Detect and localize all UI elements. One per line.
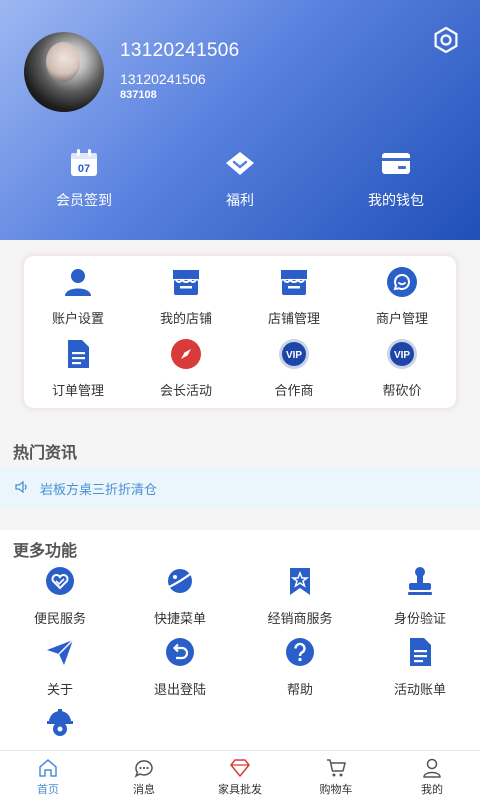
news-item[interactable]: 岩板方桌三折折清仓 (40, 479, 157, 498)
speaker-icon (15, 480, 27, 494)
vip-icon: VIP (387, 339, 417, 369)
store-icon (281, 270, 307, 295)
help-button[interactable]: 帮助 (240, 637, 360, 698)
grid-label: 会长活动 (159, 383, 212, 398)
tab-label: 家具批发 (218, 784, 262, 796)
tab-mine[interactable]: 我的 (384, 751, 480, 800)
grid-label: 帮砍价 (382, 383, 422, 398)
stamp-icon (408, 567, 432, 595)
chat-icon (387, 267, 417, 297)
compass-icon (171, 339, 201, 369)
more-label: 帮助 (286, 682, 313, 697)
welfare-label: 福利 (226, 192, 254, 208)
shortcut-menu-button[interactable]: 快捷菜单 (120, 566, 240, 627)
user-icon (65, 269, 91, 296)
president-activity-button[interactable]: 会长活动 (132, 338, 240, 399)
activity-bill-button[interactable]: 活动账单 (360, 637, 480, 698)
grid-label: 店铺管理 (267, 311, 320, 326)
more-functions: 更多功能 便民服务 快捷菜单 经销商服务 身份验证 关于 退出登陆 帮助 活动账… (0, 530, 480, 750)
message-icon (134, 760, 153, 778)
more-label: 便民服务 (33, 611, 86, 626)
more-label: 身份验证 (393, 611, 446, 626)
store-management-button[interactable]: 店铺管理 (240, 266, 348, 327)
identity-verify-button[interactable]: 身份验证 (360, 566, 480, 627)
profile-header: 13120241506 13120241506 837108 07 会员签到 福… (0, 0, 480, 240)
my-store-button[interactable]: 我的店铺 (132, 266, 240, 327)
dealer-service-button[interactable]: 经销商服务 (240, 566, 360, 627)
grid-label: 合作商 (274, 383, 314, 398)
tab-furniture-wholesale[interactable]: 家具批发 (192, 751, 288, 800)
checkin-button[interactable]: 07 会员签到 (24, 148, 144, 210)
heart-icon (46, 567, 74, 595)
grid-label: 商户管理 (375, 311, 428, 326)
undo-icon (166, 638, 194, 666)
document-icon (68, 340, 89, 368)
wallet-icon (382, 153, 410, 174)
document-icon (410, 638, 431, 666)
grid-label: 订单管理 (51, 383, 104, 398)
user-phone: 13120241506 (120, 71, 206, 87)
user-name: 13120241506 (120, 40, 240, 61)
person-icon (423, 758, 441, 778)
more-label: 经销商服务 (267, 611, 333, 626)
hot-news-title: 热门资讯 (13, 445, 78, 462)
tab-home[interactable]: 首页 (0, 751, 96, 800)
svg-text:07: 07 (78, 163, 90, 175)
diamond-icon (230, 759, 250, 777)
logout-button[interactable]: 退出登陆 (120, 637, 240, 698)
tab-label: 购物车 (319, 784, 353, 796)
account-settings-button[interactable]: 账户设置 (24, 266, 132, 327)
planet-icon (166, 569, 194, 593)
checkin-label: 会员签到 (56, 192, 112, 208)
about-button[interactable]: 关于 (0, 637, 120, 698)
user-id: 837108 (120, 89, 157, 101)
bookmark-star-icon (290, 568, 310, 595)
svg-text:VIP: VIP (286, 350, 302, 361)
more-label: 活动账单 (393, 682, 446, 697)
gift-icon (226, 152, 254, 175)
more-label: 快捷菜单 (153, 611, 206, 626)
settings-icon[interactable] (432, 26, 460, 54)
news-ticker[interactable]: 岩板方桌三折折清仓 (0, 467, 480, 507)
cart-icon (327, 759, 346, 777)
convenience-service-button[interactable]: 便民服务 (0, 566, 120, 627)
grid-label: 我的店铺 (159, 311, 212, 326)
svg-text:VIP: VIP (394, 350, 410, 361)
partner-button[interactable]: VIP 合作商 (240, 338, 348, 399)
store-icon (173, 270, 199, 295)
merchant-management-button[interactable]: 商户管理 (348, 266, 456, 327)
more-label: 退出登陆 (153, 682, 206, 697)
avatar[interactable] (24, 32, 104, 112)
welfare-button[interactable]: 福利 (180, 148, 300, 210)
tab-label: 消息 (133, 784, 155, 796)
tab-label: 首页 (37, 784, 59, 796)
wallet-button[interactable]: 我的钱包 (336, 148, 456, 210)
vip-icon: VIP (279, 339, 309, 369)
more-title: 更多功能 (13, 543, 78, 560)
tab-label: 我的 (421, 784, 443, 796)
menu-card: 账户设置 我的店铺 店铺管理 商户管理 订单管理 会长活动 VIP 合作商 VI… (24, 256, 456, 408)
service-worker-button[interactable] (0, 708, 120, 750)
more-label: 关于 (46, 682, 73, 697)
send-icon (47, 639, 74, 665)
tab-cart[interactable]: 购物车 (288, 751, 384, 800)
question-icon (286, 638, 314, 666)
wallet-label: 我的钱包 (368, 192, 424, 208)
bottom-tab-bar: 首页 消息 家具批发 购物车 我的 (0, 750, 480, 800)
home-icon (39, 759, 57, 777)
tab-messages[interactable]: 消息 (96, 751, 192, 800)
calendar-icon: 07 (71, 149, 97, 176)
gear-helmet-icon (47, 709, 73, 736)
grid-label: 账户设置 (51, 311, 104, 326)
order-management-button[interactable]: 订单管理 (24, 338, 132, 399)
help-bargain-button[interactable]: VIP 帮砍价 (348, 338, 456, 399)
